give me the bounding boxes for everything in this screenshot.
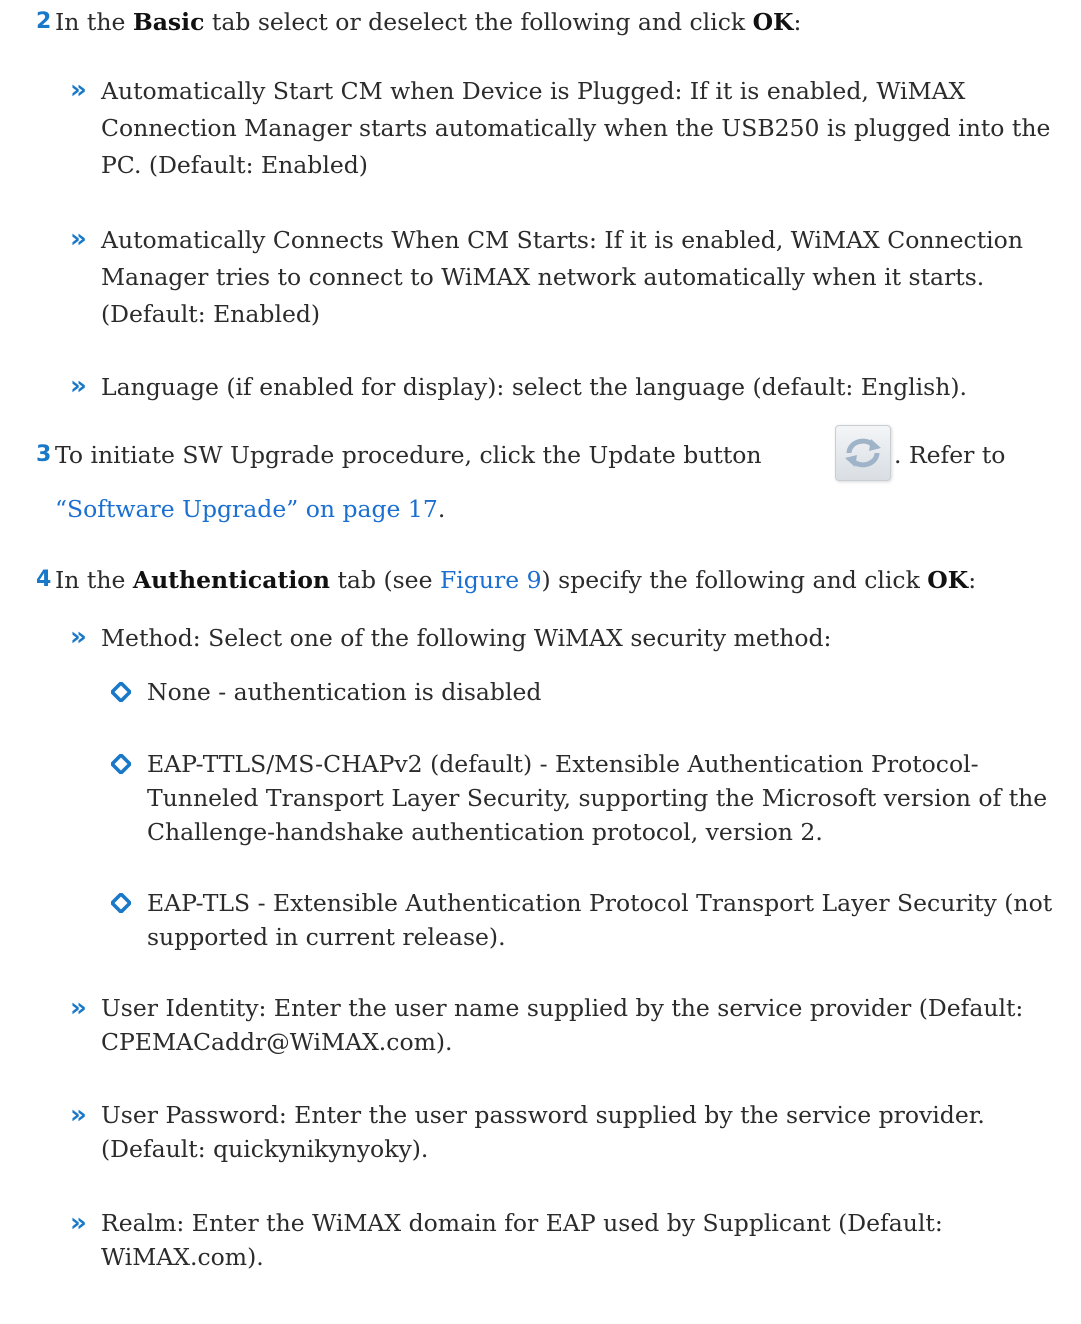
software-upgrade-link[interactable]: “Software Upgrade” on page 17 [55,495,438,523]
basic-tab-label: Basic [132,8,205,36]
step-3-refer: . Refer to [894,441,1006,469]
bullet-method: Method: Select one of the following WiMA… [101,624,832,652]
bullet-arrow-icon: » [70,371,87,401]
bullet-arrow-icon: » [70,993,87,1023]
diamond-bullet-icon [111,682,131,702]
bullet-arrow-icon: » [70,1100,87,1130]
bullet-arrow-icon: » [70,1208,87,1238]
bullet-arrow-icon: » [70,224,87,254]
update-refresh-icon[interactable] [835,425,891,481]
method-eap-ttls: EAP-TTLS/MS-CHAPv2 (default) - Extensibl… [147,750,1048,846]
bullet-auto-start: Automatically Start CM when Device is Pl… [101,77,1051,179]
bullet-arrow-icon: » [70,622,87,652]
step-2-number: 2 [36,9,52,34]
ok-label: OK [752,8,794,36]
bullet-arrow-icon: » [70,75,87,105]
bullet-realm: Realm: Enter the WiMAX domain for EAP us… [101,1209,943,1271]
bullet-user-identity: User Identity: Enter the user name suppl… [101,994,1024,1056]
step-4-number: 4 [36,567,52,592]
bullet-language: Language (if enabled for display): selec… [101,373,968,401]
diamond-bullet-icon [111,754,131,774]
figure-9-link[interactable]: Figure 9 [440,566,542,594]
bullet-user-password: User Password: Enter the user password s… [101,1101,985,1163]
method-eap-tls: EAP-TLS - Extensible Authentication Prot… [147,889,1053,951]
step-3-link-line: “Software Upgrade” on page 17. [55,495,446,523]
step-3-number: 3 [36,442,52,467]
diamond-bullet-icon [111,893,131,913]
ok-label: OK [927,566,969,594]
authentication-tab-label: Authentication [132,566,331,594]
bullet-auto-connect: Automatically Connects When CM Starts: I… [101,226,1023,328]
step-2-text: In the Basic tab select or deselect the … [55,8,802,36]
step-4-text: In the Authentication tab (see Figure 9)… [55,566,977,594]
method-none: None - authentication is disabled [147,678,542,706]
